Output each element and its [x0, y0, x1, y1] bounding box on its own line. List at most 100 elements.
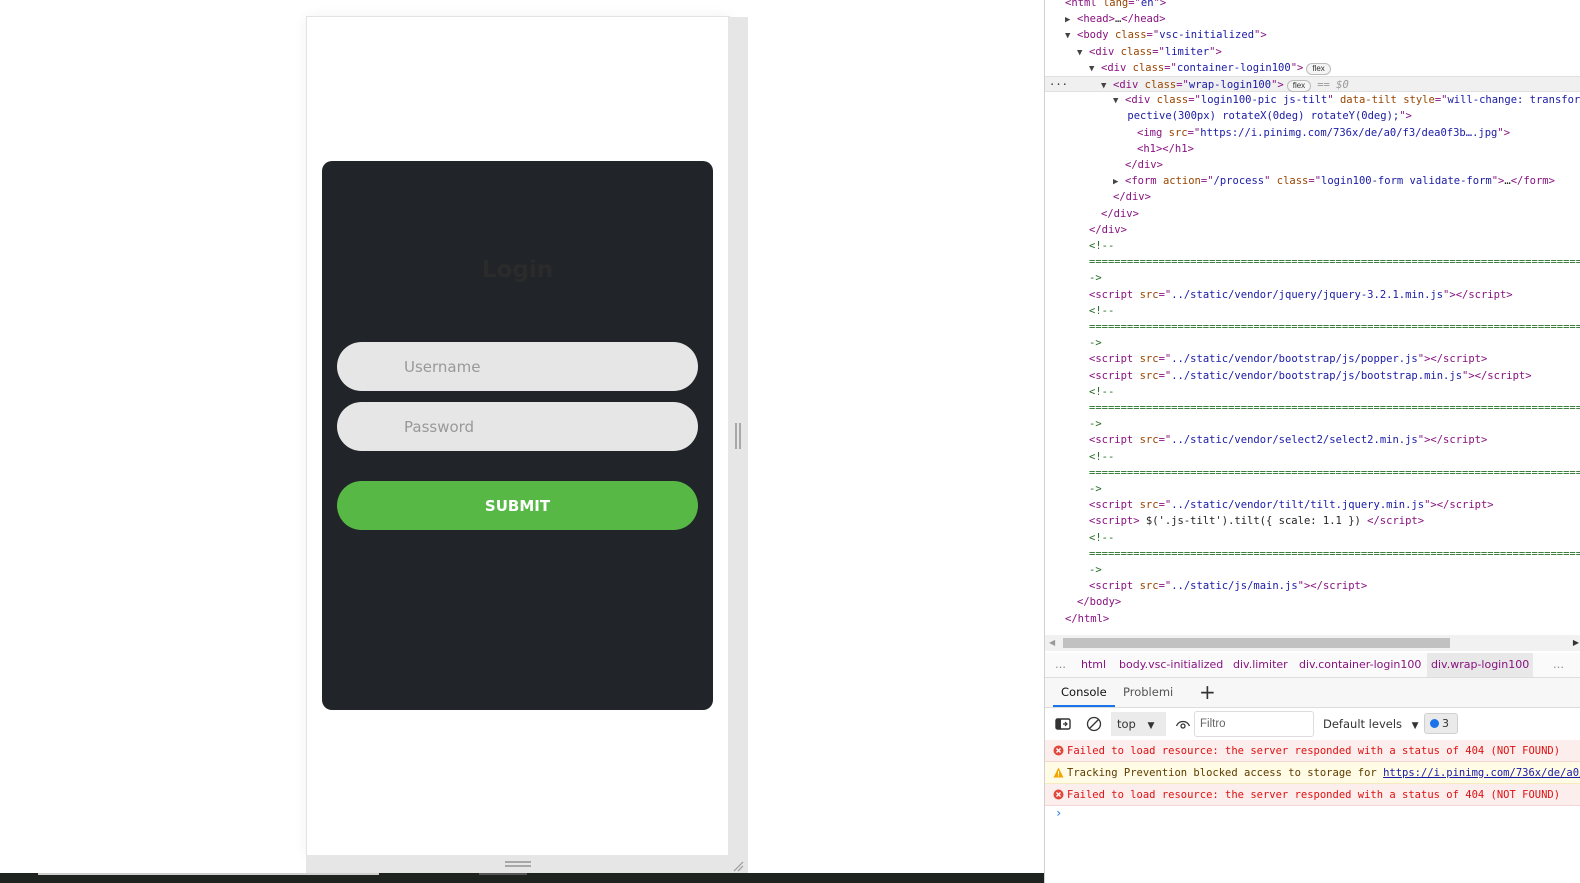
dom-node-text: <div class="limiter"> [1089, 45, 1222, 58]
dom-node-text: <script src="../static/vendor/tilt/tilt.… [1089, 499, 1494, 512]
dom-node-text: <!-- [1089, 304, 1115, 317]
dom-node-text: </div> [1113, 191, 1151, 204]
submit-button[interactable]: SUBMIT [337, 481, 698, 530]
error-icon [1053, 745, 1064, 756]
filter-input[interactable] [1194, 711, 1314, 737]
collapse-triangle-icon[interactable]: ▼ [1101, 78, 1113, 94]
issues-count-badge[interactable]: 3 [1424, 713, 1458, 734]
message-text: Failed to load resource: the server resp… [1067, 789, 1561, 801]
add-tab-button[interactable]: + [1199, 680, 1216, 704]
dom-node-text: <form action="/process" class="login100-… [1125, 175, 1555, 188]
dom-node-text: ========================================… [1089, 466, 1580, 479]
collapse-triangle-icon[interactable]: ▼ [1113, 93, 1125, 109]
taskbar-strip [0, 873, 1044, 883]
dom-node-text: <body class="vsc-initialized"> [1077, 29, 1267, 42]
dom-node-text: </div> [1089, 223, 1127, 236]
resize-handle-bottom[interactable] [306, 855, 748, 875]
breadcrumb-item[interactable]: div.wrap-login100 [1427, 653, 1534, 677]
context-value: top [1117, 717, 1136, 731]
scroll-left-icon[interactable]: ◀ [1049, 638, 1055, 647]
dom-node-text: <script src="../static/vendor/select2/se… [1089, 434, 1488, 447]
resize-handle-right[interactable] [728, 17, 748, 855]
breadcrumb-item[interactable]: html [1077, 653, 1110, 677]
horizontal-scrollbar[interactable]: ◀ ▶ [1045, 635, 1580, 651]
grip-icon [505, 861, 531, 867]
breadcrumb-overflow[interactable]: … [1549, 653, 1568, 677]
breadcrumb-item[interactable]: div.limiter [1229, 653, 1292, 677]
console-message-error: Failed to load resource: the server resp… [1045, 740, 1580, 762]
dom-node-text: <script src="../static/vendor/bootstrap/… [1089, 369, 1532, 382]
issues-count: 3 [1442, 717, 1449, 730]
elements-tree: <html lang="en"> ▶ <head>…</head> ▼ <body cl… [1045, 0, 1580, 634]
message-link[interactable]: https://i.pinimg.com/736x/de/a0/f3/dea0f… [1383, 767, 1580, 779]
scrollbar-thumb[interactable] [1063, 638, 1450, 648]
dom-node-text: <!-- [1089, 385, 1115, 398]
sidebar-toggle-icon[interactable] [1055, 716, 1071, 732]
node-actions-icon[interactable]: ··· [1049, 77, 1068, 93]
device-frame: Login SUBMIT [306, 16, 730, 856]
collapse-triangle-icon[interactable]: ▼ [1089, 61, 1101, 77]
resize-corner-icon[interactable] [732, 860, 744, 872]
dom-node-text: ========================================… [1089, 547, 1580, 560]
dom-node-text: <script src="../static/vendor/jquery/jqu… [1089, 288, 1513, 301]
dom-node-text: <html lang="en"> [1065, 0, 1167, 9]
console-message-error: Failed to load resource: the server resp… [1045, 784, 1580, 806]
breadcrumb-item[interactable]: body.vsc-initialized [1115, 653, 1227, 677]
log-levels-select[interactable]: Default levels ▼ [1323, 712, 1419, 736]
dom-node-text: <div class="login100-pic js-tilt" data-t… [1125, 94, 1580, 107]
collapse-triangle-icon[interactable]: ▼ [1077, 45, 1089, 61]
log-levels-value: Default levels [1323, 717, 1403, 731]
console-prompt-icon[interactable]: › [1055, 806, 1062, 820]
dom-node-line[interactable]: ··· ▼ <div class="wrap-login100"> flex == $0 [1045, 76, 1580, 92]
dom-node-text: -> [1089, 564, 1102, 576]
dom-node-text: -> [1089, 418, 1102, 431]
dom-node-text: ========================================… [1089, 256, 1580, 269]
dom-node-text: </div> [1101, 207, 1139, 220]
dom-breadcrumb: … html body.vsc-initialized div.limiter div.… [1045, 653, 1580, 678]
dom-node-text: </body> [1077, 596, 1122, 609]
dom-node-text: <img src="https://i.pinimg.com/736x/de/a… [1137, 126, 1511, 139]
dom-node-text: <script src="../static/js/main.js"></scr… [1089, 580, 1368, 593]
dom-node-text: <!-- [1089, 531, 1115, 544]
dropdown-arrow-icon: ▼ [1147, 721, 1155, 731]
grip-icon [735, 423, 741, 449]
device-viewport-area: Login SUBMIT [0, 0, 1044, 883]
dropdown-arrow-icon: ▼ [1411, 721, 1419, 731]
console-message-warning: Tracking Prevention blocked access to st… [1045, 762, 1580, 784]
expand-triangle-icon[interactable]: ▶ [1113, 174, 1125, 190]
login-card: Login SUBMIT [322, 161, 713, 710]
dom-node-text: <head>…</head> [1077, 13, 1166, 26]
password-input[interactable] [337, 402, 698, 451]
message-text: Tracking Prevention blocked access to st… [1067, 767, 1384, 779]
live-expression-eye-icon[interactable] [1175, 716, 1191, 732]
dom-node-text: -> [1089, 272, 1102, 285]
login-title: Login [481, 257, 554, 283]
tab-issues[interactable]: Problemi [1115, 678, 1181, 707]
dom-node-text: pective(300px) rotateX(0deg) rotateY(0de… [1127, 110, 1412, 123]
expand-triangle-icon[interactable]: ▶ [1065, 12, 1077, 28]
console-toolbar: top ▼ Default levels ▼ 3 [1045, 708, 1580, 741]
drawer-tabs: Console Problemi + [1045, 678, 1580, 708]
dom-node-text: </div> [1125, 159, 1163, 171]
context-select[interactable]: top ▼ [1111, 712, 1166, 736]
dom-node-text: ========================================… [1089, 402, 1580, 414]
scroll-right-icon[interactable]: ▶ [1573, 638, 1579, 647]
clear-console-icon[interactable] [1086, 716, 1102, 732]
username-input[interactable] [337, 342, 698, 391]
dom-node-text: <div class="wrap-login100"> flex == $0 [1113, 79, 1349, 92]
dom-node-text: <div class="container-login100"> flex [1101, 62, 1331, 75]
dom-node-text: <!-- [1089, 240, 1115, 252]
dom-node-text: <script src="../static/vendor/bootstrap/… [1089, 353, 1488, 366]
dom-node-text: </html> [1065, 612, 1110, 625]
dom-node-text: ========================================… [1089, 321, 1580, 333]
dom-node-text: <h1></h1> [1137, 142, 1194, 155]
dom-node-text: -> [1089, 337, 1102, 350]
breadcrumb-overflow[interactable]: … [1051, 653, 1070, 677]
message-text: Failed to load resource: the server resp… [1067, 745, 1561, 757]
breadcrumb-item[interactable]: div.container-login100 [1295, 653, 1425, 677]
collapse-triangle-icon[interactable]: ▼ [1065, 28, 1077, 44]
tab-console[interactable]: Console [1053, 678, 1115, 707]
warning-icon [1053, 767, 1064, 778]
dom-node-text: <script> $('.js-tilt').tilt({ scale: 1.1… [1089, 515, 1425, 528]
dom-node-text: <!-- [1089, 450, 1115, 463]
